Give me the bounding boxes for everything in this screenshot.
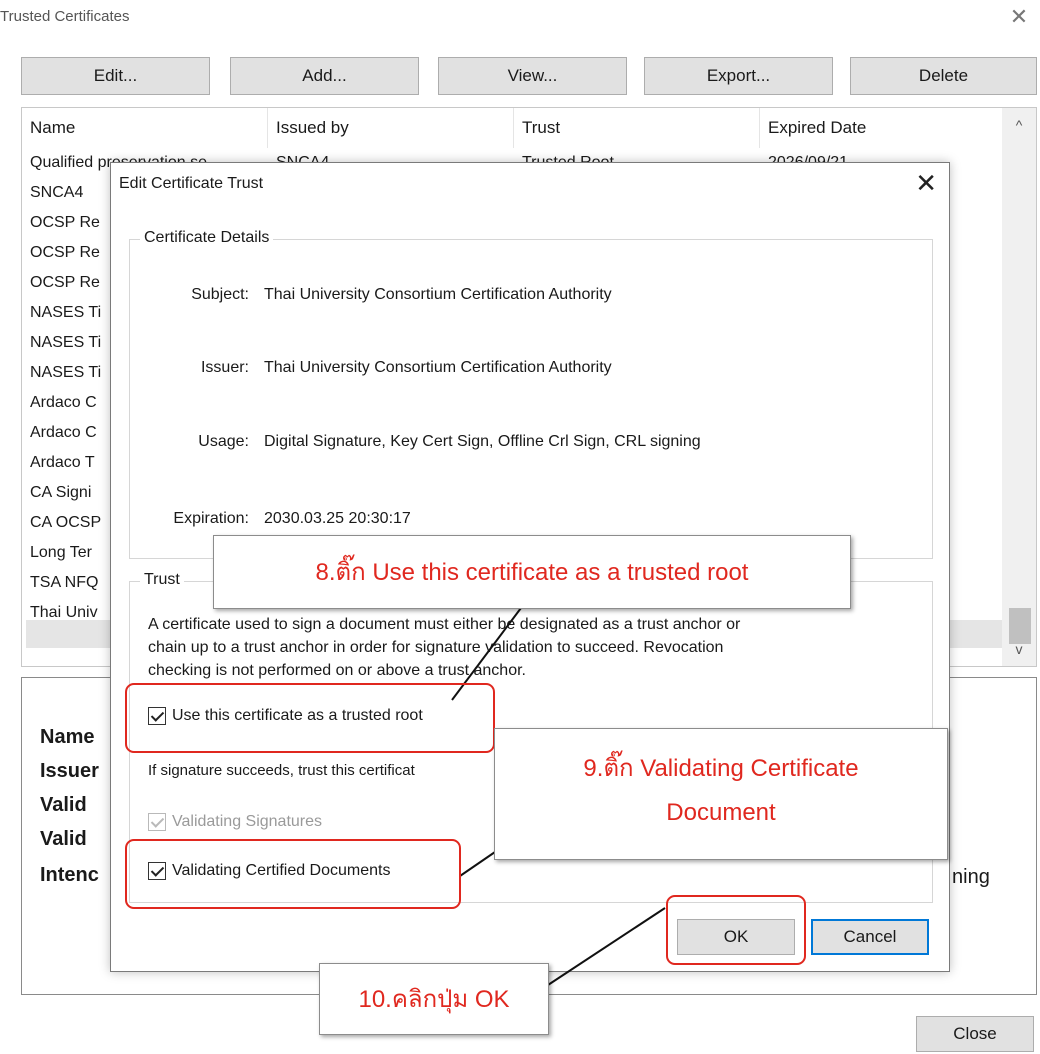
- callout-step-9: 9.ติ๊ก Validating Certificate Document: [494, 728, 948, 860]
- highlight-use-trusted-root: [125, 683, 495, 753]
- step10-connector: [547, 907, 666, 986]
- callout-step-9-line-1: 9.ติ๊ก Validating Certificate: [583, 755, 859, 782]
- callout-step-10: 10.คลิกปุ่ม OK: [319, 963, 549, 1035]
- highlight-validating-certified: [125, 839, 461, 909]
- callout-step-8: 8.ติ๊ก Use this certificate as a trusted…: [213, 535, 851, 609]
- step9-connector: [459, 851, 496, 877]
- highlight-ok-button: [666, 895, 806, 965]
- callout-step-9-line-2: Document: [666, 799, 776, 826]
